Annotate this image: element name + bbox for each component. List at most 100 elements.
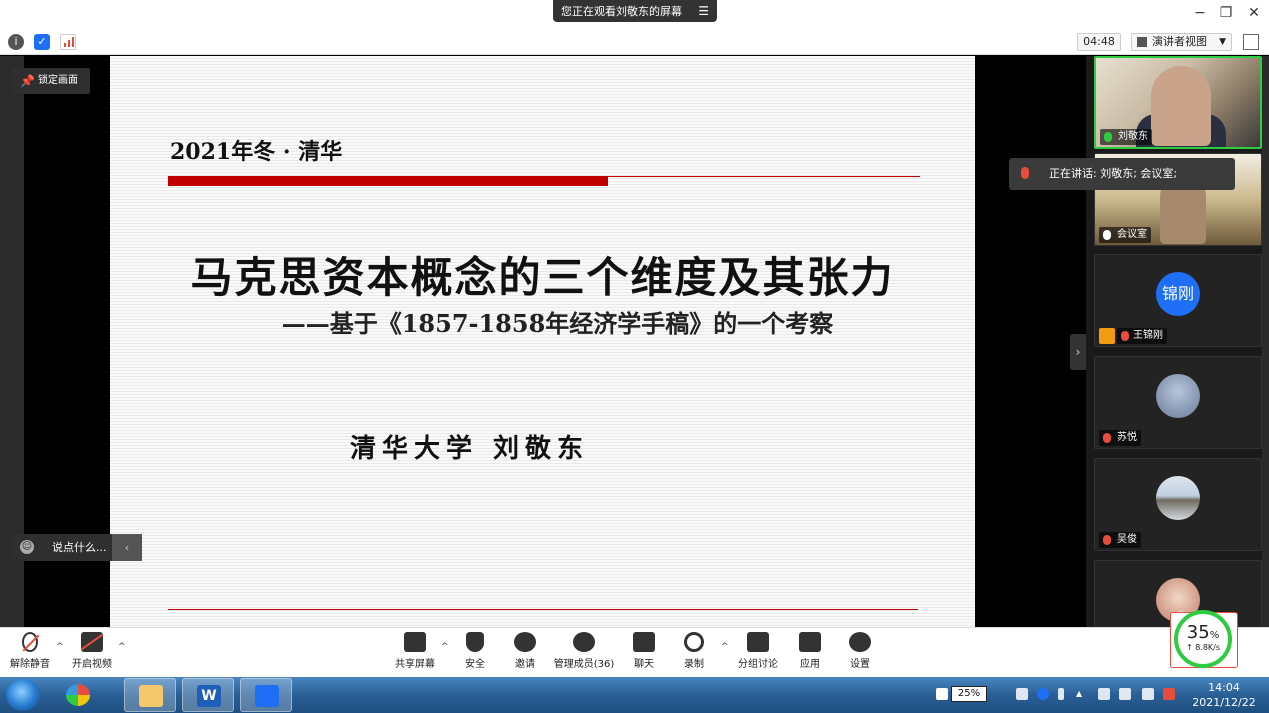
slide-red-bar xyxy=(168,176,608,186)
info-icon[interactable]: i xyxy=(8,34,24,50)
help-icon[interactable] xyxy=(1037,688,1049,700)
settings-button[interactable]: 设置 xyxy=(846,632,874,674)
windows-taskbar: W 25% ▲ 14:04 2021/12/22 xyxy=(0,677,1269,713)
apps-icon xyxy=(799,632,821,652)
flag-icon[interactable] xyxy=(1098,688,1110,700)
participant-tile[interactable]: 刘敬东 xyxy=(1094,56,1262,149)
record-icon xyxy=(684,632,704,652)
title-bar: 您正在观看刘敬东的屏幕 ☰ − ❐ ✕ xyxy=(0,0,1269,28)
participant-tile[interactable]: 吴俊 xyxy=(1094,458,1262,551)
restore-button[interactable]: ❐ xyxy=(1216,4,1236,22)
system-clock[interactable]: 14:04 2021/12/22 xyxy=(1184,680,1264,710)
slide-subtitle: ——基于《1857-1858年经济学手稿》的一个考察 xyxy=(281,309,834,338)
meeting-timer: 04:48 xyxy=(1077,33,1121,51)
clock-time: 14:04 xyxy=(1208,681,1240,694)
start-button[interactable] xyxy=(6,679,40,711)
taskbar-app-photos[interactable] xyxy=(52,678,104,712)
participant-tile[interactable]: 锦刚 王锦刚 xyxy=(1094,254,1262,347)
security-button[interactable]: 安全 xyxy=(458,632,492,674)
participant-gallery: 刘敬东 会议室 锦刚 王锦刚 苏悦 吴俊 ⌄ xyxy=(1086,56,1269,627)
participant-name: 吴俊 xyxy=(1099,532,1141,548)
minimize-button[interactable]: − xyxy=(1190,4,1210,22)
clock-date: 2021/12/22 xyxy=(1192,696,1256,709)
avatar xyxy=(1156,374,1200,418)
lock-screen-label: 锁定画面 xyxy=(38,75,78,86)
chevron-up-icon[interactable]: ^ xyxy=(721,642,729,652)
slide-title: 马克思资本概念的三个维度及其张力 xyxy=(190,253,895,302)
pin-icon: 📌 xyxy=(20,74,35,88)
network-indicator[interactable]: 35% ↑ 8.8K/s xyxy=(1174,610,1232,668)
view-mode-dropdown[interactable]: 演讲者视图 ▼ xyxy=(1131,33,1232,51)
slide-author: 清华大学 刘敬东 xyxy=(350,434,590,464)
presentation-slide: 2021年冬 · 清华 马克思资本概念的三个维度及其张力 ——基于《1857-1… xyxy=(110,56,975,627)
chevron-up-icon[interactable]: ^ xyxy=(118,642,126,652)
chevron-up-icon[interactable]: ▲ xyxy=(1076,688,1082,700)
start-video-button[interactable]: 开启视频 xyxy=(68,632,116,674)
keyboard-icon[interactable] xyxy=(1016,688,1028,700)
participant-name: 会议室 xyxy=(1099,227,1151,243)
input-icon[interactable] xyxy=(1058,688,1064,700)
participant-name: 刘敬东 xyxy=(1100,129,1152,145)
shared-screen-stage: 📌 锁定画面 2021年冬 · 清华 马克思资本概念的三个维度及其张力 ——基于… xyxy=(0,56,1086,627)
host-badge-icon xyxy=(1099,328,1115,344)
breakout-icon xyxy=(747,632,769,652)
speaking-indicator: 正在讲话: 刘敬东; 会议室; xyxy=(1009,158,1235,190)
chevron-down-icon: ▼ xyxy=(1219,37,1226,47)
share-status-pill[interactable]: 您正在观看刘敬东的屏幕 ☰ xyxy=(553,0,717,22)
participant-name: 王锦刚 xyxy=(1117,328,1167,344)
layout-icon xyxy=(1137,37,1147,47)
meeting-toolbar: 解除静音 ^ 开启视频 ^ 共享屏幕 ^ 安全 邀请 管理成员(36) 聊天 录… xyxy=(0,627,1269,677)
record-button[interactable]: 录制 xyxy=(680,632,708,674)
share-status-text: 您正在观看刘敬东的屏幕 xyxy=(561,5,682,18)
gallery-toggle-icon[interactable]: › xyxy=(1070,334,1086,370)
slide-year-line: 2021年冬 · 清华 xyxy=(170,139,343,165)
invite-button[interactable]: 邀请 xyxy=(508,632,542,674)
manage-members-button[interactable]: 管理成员(36) xyxy=(552,632,616,674)
chevron-up-icon[interactable]: ^ xyxy=(441,642,449,652)
pinwheel-icon xyxy=(66,684,90,706)
volume-muted-icon[interactable] xyxy=(1163,688,1175,700)
gear-icon xyxy=(849,632,871,652)
mic-icon xyxy=(1103,230,1111,240)
slide-red-line-top xyxy=(608,176,920,177)
gallery-scrollbar[interactable] xyxy=(1262,56,1269,627)
taskbar-app-word[interactable]: W xyxy=(182,678,234,712)
mic-muted-icon xyxy=(22,632,40,652)
video-face xyxy=(1151,66,1211,146)
emoji-icon[interactable]: ☺ xyxy=(20,540,34,554)
network-percent: 35% xyxy=(1186,622,1220,643)
close-button[interactable]: ✕ xyxy=(1244,4,1264,22)
mic-muted-icon xyxy=(1103,535,1111,545)
share-screen-button[interactable]: 共享屏幕 xyxy=(392,632,438,674)
avatar: 锦刚 xyxy=(1156,272,1200,316)
unmute-button[interactable]: 解除静音 xyxy=(8,632,52,674)
meeting-info-bar: i ✓ 04:48 演讲者视图 ▼ xyxy=(0,28,1269,55)
chat-input[interactable]: ☺ 说点什么... ‹ xyxy=(12,534,142,561)
fullscreen-icon[interactable] xyxy=(1243,34,1259,50)
speaking-text: 正在讲话: 刘敬东; 会议室; xyxy=(1049,167,1178,180)
menu-icon[interactable]: ☰ xyxy=(698,4,709,18)
taskbar-app-meeting[interactable] xyxy=(240,678,292,712)
share-screen-icon xyxy=(404,632,426,652)
battery-indicator[interactable]: 25% xyxy=(951,686,987,702)
mic-on-icon xyxy=(1104,132,1112,142)
view-mode-label: 演讲者视图 xyxy=(1152,35,1207,48)
avatar xyxy=(1156,476,1200,520)
apps-button[interactable]: 应用 xyxy=(796,632,824,674)
taskbar-app-explorer[interactable] xyxy=(124,678,176,712)
security-tray-icon[interactable] xyxy=(936,688,948,700)
add-user-icon xyxy=(514,632,536,652)
network-speed: ↑ 8.8K/s xyxy=(1185,643,1221,652)
chat-button[interactable]: 聊天 xyxy=(630,632,658,674)
mic-muted-icon xyxy=(1021,167,1029,179)
network-signal-icon[interactable] xyxy=(1142,688,1154,700)
collapse-chat-icon[interactable]: ‹ xyxy=(112,534,142,561)
breakout-button[interactable]: 分组讨论 xyxy=(736,632,780,674)
signal-icon[interactable] xyxy=(60,34,76,50)
lock-screen-button[interactable]: 📌 锁定画面 xyxy=(12,68,90,94)
shield-icon[interactable]: ✓ xyxy=(34,34,50,50)
participant-tile[interactable]: 苏悦 xyxy=(1094,356,1262,449)
participant-name: 苏悦 xyxy=(1099,430,1141,446)
device-icon[interactable] xyxy=(1119,688,1131,700)
chevron-up-icon[interactable]: ^ xyxy=(56,642,64,652)
